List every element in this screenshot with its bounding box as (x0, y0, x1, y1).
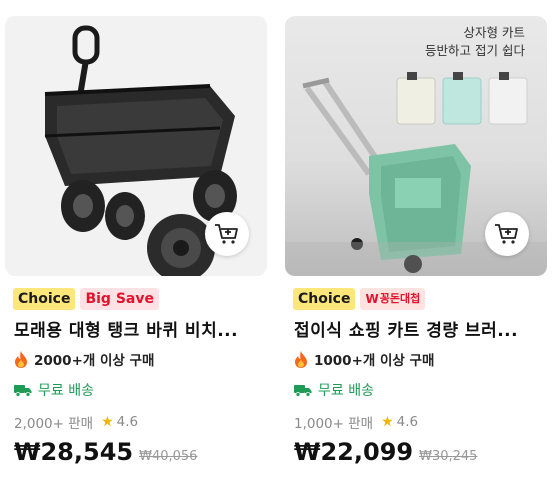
purchase-count: 2000+개 이상 구매 (14, 349, 154, 369)
sale-event-text: 꽁돈대첩 (379, 292, 421, 305)
shipping-info: 무료 배송 (14, 380, 94, 400)
image-caption: 상자형 카트 등반하고 접기 쉽다 (425, 24, 525, 60)
product-image[interactable]: 상자형 카트 등반하고 접기 쉽다 (285, 16, 547, 276)
product-image[interactable] (5, 16, 267, 276)
add-to-cart-button[interactable] (485, 212, 529, 256)
shipping-text: 무료 배송 (38, 383, 94, 399)
rating-value: 4.6 (396, 414, 419, 430)
image-caption-line: 등반하고 접기 쉽다 (425, 43, 525, 58)
flame-icon (15, 350, 27, 368)
star-icon: ★ (101, 414, 114, 430)
product-grid: Choice Big Save 모래용 대형 탱크 바퀴 비치... 2000+… (0, 0, 557, 481)
image-caption-line: 상자형 카트 (463, 25, 525, 40)
truck-icon (294, 384, 312, 397)
original-price: ₩40,056 (139, 449, 198, 464)
badge-row: Choice W 꽁돈대첩 (293, 288, 426, 310)
price-row: ₩28,545 ₩40,056 (14, 438, 197, 466)
sold-count: 2,000+ 판매 (14, 416, 94, 432)
sold-count: 1,000+ 판매 (294, 416, 374, 432)
product-title[interactable]: 모래용 대형 탱크 바퀴 비치... (14, 316, 264, 341)
sale-event-mark: W (365, 292, 379, 306)
product-card[interactable]: 상자형 카트 등반하고 접기 쉽다 Choice W 꽁돈대첩 접이식 쇼핑 카… (285, 16, 547, 476)
product-card[interactable]: Choice Big Save 모래용 대형 탱크 바퀴 비치... 2000+… (5, 16, 267, 476)
purchase-text: 2000+개 이상 구매 (34, 353, 155, 369)
rating-value: 4.6 (116, 414, 139, 430)
original-price: ₩30,245 (419, 449, 478, 464)
shipping-text: 무료 배송 (318, 383, 374, 399)
star-icon: ★ (381, 414, 394, 430)
purchase-count: 1000+개 이상 구매 (294, 349, 434, 369)
choice-badge: Choice (13, 288, 76, 310)
product-title[interactable]: 접이식 쇼핑 카트 경량 브러... (294, 316, 544, 341)
sale-price: ₩28,545 (14, 438, 134, 466)
price-row: ₩22,099 ₩30,245 (294, 438, 477, 466)
sales-and-rating: 2,000+ 판매 ★ 4.6 (14, 412, 138, 432)
sale-event-badge: W 꽁돈대첩 (360, 288, 426, 310)
badge-row: Choice Big Save (13, 288, 159, 310)
add-to-cart-icon (495, 224, 518, 244)
choice-badge: Choice (293, 288, 356, 310)
add-to-cart-icon (215, 224, 238, 244)
big-save-badge: Big Save (80, 288, 159, 310)
sales-and-rating: 1,000+ 판매 ★ 4.6 (294, 412, 418, 432)
add-to-cart-button[interactable] (205, 212, 249, 256)
sale-price: ₩22,099 (294, 438, 414, 466)
truck-icon (14, 384, 32, 397)
purchase-text: 1000+개 이상 구매 (314, 353, 435, 369)
shipping-info: 무료 배송 (294, 380, 374, 400)
flame-icon (295, 350, 307, 368)
